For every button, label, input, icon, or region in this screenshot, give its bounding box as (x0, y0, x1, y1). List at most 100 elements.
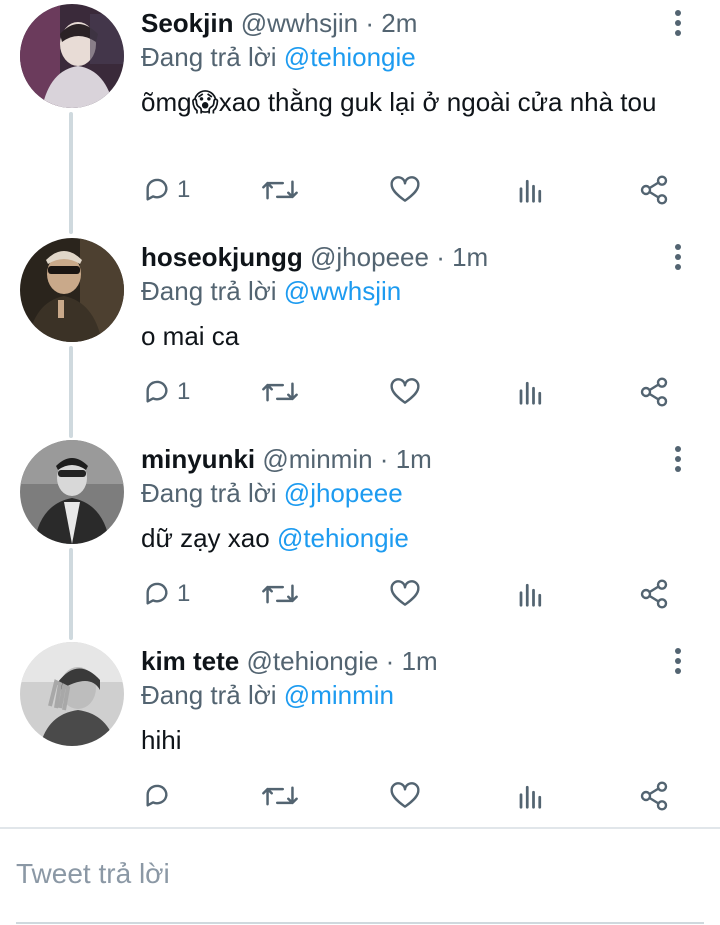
analytics-button[interactable] (516, 574, 546, 614)
tweet-mention[interactable]: @tehiongie (277, 523, 409, 553)
like-icon (390, 580, 420, 606)
tweet-text-part: dữ zạy xao (141, 523, 270, 553)
more-icon[interactable] (664, 444, 692, 474)
tweet-header: Seokjin @wwhsjin · 2m (141, 8, 417, 38)
analytics-icon (519, 381, 542, 405)
share-icon (640, 781, 668, 811)
like-button[interactable] (389, 372, 421, 412)
share-icon (640, 377, 668, 407)
replying-to: Đang trả lời @wwhsjin (141, 276, 401, 306)
display-name[interactable]: hoseokjungg (141, 242, 303, 272)
tweet-text: dữ zạy xao @tehiongie (141, 522, 681, 555)
timestamp[interactable]: 1m (452, 242, 488, 272)
tweet-header: kim tete @tehiongie · 1m (141, 646, 438, 676)
reply-icon (146, 380, 168, 403)
reply-button[interactable]: 1 (141, 574, 190, 614)
retweet-button[interactable] (262, 372, 298, 412)
more-icon[interactable] (664, 646, 692, 676)
share-icon (640, 579, 668, 609)
tweet-text-part: õmg (141, 87, 192, 117)
timestamp[interactable]: 1m (402, 646, 438, 676)
more-icon[interactable] (664, 8, 692, 38)
retweet-button[interactable] (262, 776, 298, 816)
avatar[interactable] (20, 238, 124, 342)
share-button[interactable] (638, 170, 670, 210)
composer-divider (0, 827, 720, 829)
replying-mention[interactable]: @wwhsjin (284, 276, 401, 306)
tweet-header: minyunki @minmin · 1m (141, 444, 432, 474)
replying-mention[interactable]: @jhopeee (284, 478, 403, 508)
avatar[interactable] (20, 642, 124, 746)
share-button[interactable] (638, 372, 670, 412)
retweet-icon (262, 584, 298, 604)
replying-to: Đang trả lời @minmin (141, 680, 394, 710)
analytics-icon (519, 785, 542, 809)
tweet[interactable]: kim tete @tehiongie · 1m Đang trả lời @m… (0, 638, 720, 824)
user-handle[interactable]: @wwhsjin (241, 8, 358, 38)
reply-count: 1 (177, 378, 191, 405)
user-handle[interactable]: @jhopeee (310, 242, 429, 272)
analytics-button[interactable] (516, 776, 546, 816)
reply-icon (146, 784, 168, 807)
timestamp[interactable]: 2m (381, 8, 417, 38)
analytics-icon (519, 583, 542, 607)
retweet-icon (262, 180, 298, 200)
reply-button[interactable]: 1 (141, 170, 190, 210)
tweet-text: hihi (141, 725, 182, 755)
avatar[interactable] (20, 4, 124, 108)
retweet-button[interactable] (262, 574, 298, 614)
reply-input[interactable]: Tweet trả lời (16, 858, 170, 890)
reply-icon (146, 178, 168, 201)
replying-prefix: Đang trả lời (141, 42, 277, 72)
retweet-button[interactable] (262, 170, 298, 210)
more-icon[interactable] (664, 242, 692, 272)
tweet-actions: 1 (0, 574, 720, 614)
reply-input-underline (16, 922, 704, 924)
reply-icon (146, 582, 168, 605)
replying-prefix: Đang trả lời (141, 276, 277, 306)
tweet[interactable]: minyunki @minmin · 1m Đang trả lời @jhop… (0, 436, 720, 626)
share-button[interactable] (638, 574, 670, 614)
replying-to: Đang trả lời @jhopeee (141, 478, 403, 508)
retweet-icon (262, 786, 298, 806)
like-button[interactable] (389, 170, 421, 210)
separator-dot: · (365, 8, 375, 38)
display-name[interactable]: Seokjin (141, 8, 233, 38)
tweet-actions: 1 (0, 372, 720, 412)
replying-mention[interactable]: @tehiongie (284, 42, 416, 72)
avatar[interactable] (20, 440, 124, 544)
like-icon (390, 176, 420, 202)
like-icon (390, 782, 420, 808)
replying-mention[interactable]: @minmin (284, 680, 394, 710)
reply-button[interactable]: 1 (141, 372, 190, 412)
display-name[interactable]: kim tete (141, 646, 239, 676)
user-handle[interactable]: @tehiongie (247, 646, 379, 676)
timestamp[interactable]: 1m (396, 444, 432, 474)
share-button[interactable] (638, 776, 670, 816)
like-button[interactable] (389, 574, 421, 614)
separator-dot: · (385, 646, 395, 676)
reply-button[interactable] (141, 776, 177, 816)
tweet-text: o mai ca (141, 321, 240, 351)
like-icon (390, 378, 420, 404)
replying-prefix: Đang trả lời (141, 680, 277, 710)
tweet-actions: 1 (0, 170, 720, 210)
tweet-actions (0, 776, 720, 816)
share-icon (640, 175, 668, 205)
display-name[interactable]: minyunki (141, 444, 255, 474)
tweet-header: hoseokjungg @jhopeee · 1m (141, 242, 488, 272)
tweet[interactable]: hoseokjungg @jhopeee · 1m Đang trả lời @… (0, 234, 720, 424)
tweet-text: õmg😱xao thằng guk lại ở ngoài cửa nhà to… (141, 86, 681, 119)
screaming-face-emoji: 😱 (191, 87, 219, 117)
replying-to: Đang trả lời @tehiongie (141, 42, 416, 72)
analytics-button[interactable] (516, 170, 546, 210)
user-handle[interactable]: @minmin (262, 444, 372, 474)
tweet-text-part: xao thằng guk lại ở ngoài cửa nhà tou (218, 87, 657, 117)
analytics-icon (519, 179, 542, 203)
separator-dot: · (379, 444, 389, 474)
reply-count: 1 (177, 176, 191, 203)
replying-prefix: Đang trả lời (141, 478, 277, 508)
analytics-button[interactable] (516, 372, 546, 412)
tweet[interactable]: Seokjin @wwhsjin · 2m Đang trả lời @tehi… (0, 0, 720, 220)
like-button[interactable] (389, 776, 421, 816)
